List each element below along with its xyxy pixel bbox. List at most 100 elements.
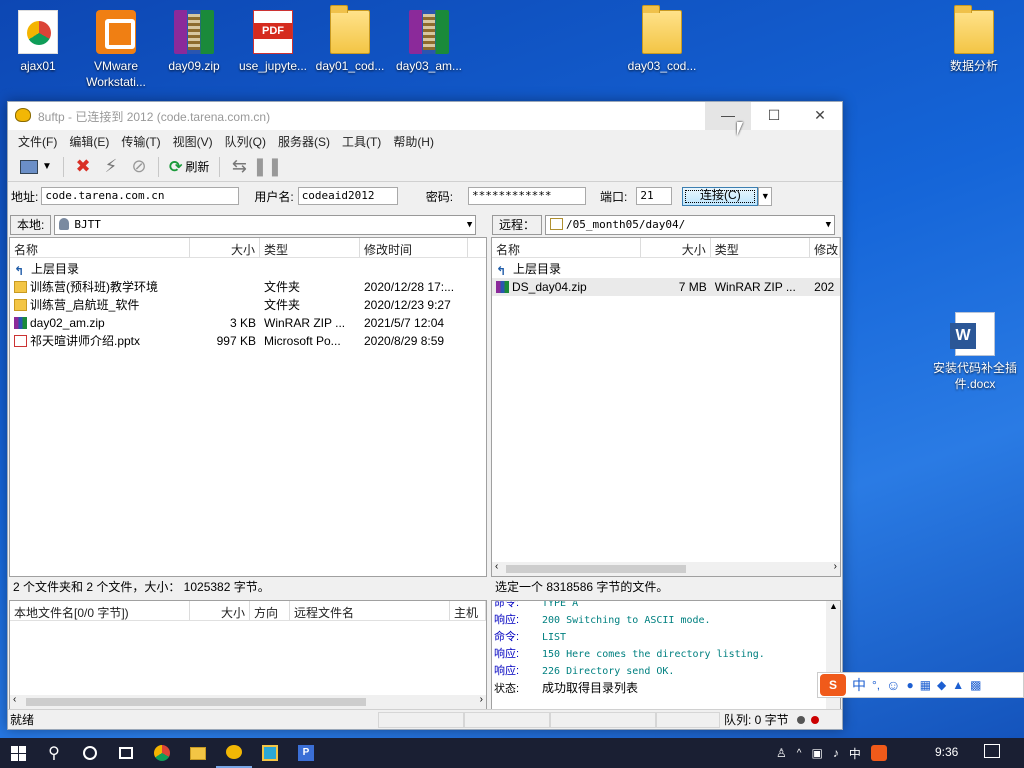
column-header-name[interactable]: 名称 xyxy=(10,238,190,257)
connect-button[interactable]: 连接(C) xyxy=(682,186,759,206)
address-field[interactable]: code.tarena.com.cn xyxy=(41,187,240,205)
taskbar-ime[interactable]: 中 xyxy=(849,745,861,762)
menu-server[interactable]: 服务器(S) xyxy=(272,130,336,152)
local-file-list[interactable]: 名称 大小 类型 修改时间 ↰ 上层目录 训练营(预科班)教学环境 文件夹 202… xyxy=(9,237,487,577)
chrome-icon xyxy=(154,745,170,761)
cortana-button[interactable] xyxy=(72,738,108,768)
port-field[interactable]: 21 xyxy=(636,187,673,205)
toolbox-icon[interactable]: ▩ xyxy=(970,678,981,692)
column-header-size[interactable]: 大小 xyxy=(190,238,260,257)
log-pane[interactable]: 命令: TYPE A 响应: 200 Switching to ASCII mode… xyxy=(491,600,841,710)
taskbar-app[interactable] xyxy=(252,738,288,768)
menu-edit[interactable]: 编辑(E) xyxy=(63,130,115,152)
lightning-icon: ⚡ xyxy=(104,156,118,176)
transfer-button[interactable]: ⇆ xyxy=(227,155,251,179)
desktop-icon-day09-zip[interactable]: day09.zip xyxy=(154,10,234,74)
clock[interactable]: 9:36 xyxy=(935,745,958,759)
desktop-icon-use-jupyter[interactable]: PDF use_jupyte... xyxy=(233,10,313,74)
connect-dropdown-button[interactable]: ▼ xyxy=(758,186,773,206)
remote-horizontal-scrollbar[interactable]: ‹ › xyxy=(492,561,840,576)
log-line: 状态: 成功取得目录列表 xyxy=(494,680,765,698)
desktop-icon-day01-code[interactable]: day01_cod... xyxy=(310,5,390,74)
username-field[interactable]: codeaid2012 xyxy=(297,187,398,205)
ime-language[interactable]: 中 xyxy=(852,675,866,695)
column-header-direction[interactable]: 方向 xyxy=(250,601,290,620)
sogou-tray-icon[interactable] xyxy=(870,745,887,761)
stop-button[interactable]: ⊘ xyxy=(127,155,151,179)
desktop-icon-ajax01[interactable]: ajax01 xyxy=(0,10,78,74)
menu-view[interactable]: 视图(V) xyxy=(167,130,219,152)
menu-help[interactable]: 帮助(H) xyxy=(387,130,440,152)
column-header-local-file[interactable]: 本地文件名[0/0 字节]) xyxy=(10,601,190,620)
queue-horizontal-scrollbar[interactable]: ‹ › xyxy=(10,694,486,709)
log-lines: 命令: TYPE A 响应: 200 Switching to ASCII mode… xyxy=(494,601,765,698)
scrollbar-thumb[interactable] xyxy=(506,565,686,573)
column-header-size[interactable]: 大小 xyxy=(190,601,250,620)
desktop-icon-data-analysis[interactable]: 数据分析 xyxy=(934,5,1014,74)
winrar-archive-icon xyxy=(14,317,27,329)
column-header-modified[interactable]: 修改 xyxy=(810,238,840,257)
list-item[interactable]: ↰ 上层目录 xyxy=(492,260,840,278)
menu-tools[interactable]: 工具(T) xyxy=(336,130,387,152)
list-item[interactable]: day02_am.zip 3 KB WinRAR ZIP ... 2021/5/… xyxy=(10,314,486,332)
keyboard-icon[interactable]: ▦ xyxy=(920,678,931,692)
log-key: 响应: xyxy=(494,648,520,660)
search-button[interactable]: ⚲ xyxy=(36,738,72,768)
list-item[interactable]: 训练营(预科班)教学环境 文件夹 2020/12/28 17:... xyxy=(10,278,486,296)
list-item-selected[interactable]: DS_day04.zip 7 MB WinRAR ZIP ... 202 xyxy=(492,278,840,296)
transfer-queue[interactable]: 本地文件名[0/0 字节]) 大小 方向 远程文件名 主机 ‹ › xyxy=(9,600,487,710)
desktop-icon-day03-am[interactable]: day03_am... xyxy=(389,10,469,74)
taskbar-pycharm[interactable]: P xyxy=(288,738,324,768)
list-item[interactable]: ↰ 上层目录 xyxy=(10,260,486,278)
file-date: 202 xyxy=(814,280,835,294)
microphone-icon[interactable]: ● xyxy=(906,678,913,692)
notification-icon[interactable] xyxy=(984,744,1000,758)
column-header-type[interactable]: 类型 xyxy=(260,238,360,257)
user-icon xyxy=(59,218,70,230)
skin-icon[interactable]: ◆ xyxy=(937,678,946,692)
volume-icon[interactable]: ♪ xyxy=(833,746,839,760)
taskbar-8uftp[interactable] xyxy=(216,738,252,768)
person-icon[interactable]: ♙ xyxy=(776,746,787,760)
menu-file[interactable]: 文件(F) xyxy=(12,130,63,152)
site-manager-button[interactable]: ▼ xyxy=(16,155,56,179)
scrollbar-thumb[interactable] xyxy=(26,698,366,706)
desktop-icon-day03-code[interactable]: day03_cod... xyxy=(622,5,702,74)
network-icon[interactable]: ▣ xyxy=(811,746,822,760)
column-header-size[interactable]: 大小 xyxy=(641,238,711,257)
local-path-combo[interactable]: BJTT ▼ xyxy=(54,215,477,235)
column-header-remote-file[interactable]: 远程文件名 xyxy=(290,601,450,620)
emoji-icon[interactable]: ☺ xyxy=(886,677,900,693)
close-button[interactable]: ✕ xyxy=(797,102,843,130)
start-button[interactable] xyxy=(0,738,36,768)
menu-queue[interactable]: 队列(Q) xyxy=(219,130,272,152)
menu-transfer[interactable]: 传输(T) xyxy=(115,130,166,152)
disconnect-button[interactable]: ✖ xyxy=(71,155,95,179)
desktop-icon-vmware[interactable]: VMware Workstati... xyxy=(76,10,156,90)
column-header-name[interactable]: 名称 xyxy=(492,238,642,257)
ime-toolbar[interactable]: S 中 °, ☺ ● ▦ ◆ ▲ ▩ xyxy=(817,672,1024,698)
minimize-button[interactable]: — xyxy=(705,102,751,130)
column-header-host[interactable]: 主机 xyxy=(450,601,486,620)
chevron-up-icon[interactable]: ^ xyxy=(797,748,802,759)
taskbar-chrome[interactable] xyxy=(144,738,180,768)
list-item[interactable]: 训练营_启航班_软件 文件夹 2020/12/23 9:27 xyxy=(10,296,486,314)
desktop-icon-install-docx[interactable]: W 安装代码补全插件.docx xyxy=(932,312,1018,392)
remote-file-list[interactable]: 名称 大小 类型 修改 ↰ 上层目录 DS_day04.zip 7 MB WinR… xyxy=(491,237,841,577)
title-bar[interactable]: 8uftp - 已连接到 2012 (code.tarena.com.cn) —… xyxy=(8,102,842,130)
pause-button[interactable]: ❚❚ xyxy=(252,155,282,179)
column-header-type[interactable]: 类型 xyxy=(711,238,811,257)
remote-path-combo[interactable]: /05_month05/day04/ ▼ xyxy=(545,215,836,235)
ime-punctuation[interactable]: °, xyxy=(872,678,880,692)
taskbar-file-explorer[interactable] xyxy=(180,738,216,768)
password-field[interactable]: ************ xyxy=(468,187,587,205)
reconnect-button[interactable]: ⚡ xyxy=(99,155,123,179)
task-view-button[interactable] xyxy=(108,738,144,768)
list-item[interactable]: 祁天暄讲师介绍.pptx 997 KB Microsoft Po... 2020… xyxy=(10,332,486,350)
file-name: 上层目录 xyxy=(513,262,562,276)
column-header-modified[interactable]: 修改时间 xyxy=(360,238,468,257)
connection-indicator-icon xyxy=(796,715,805,724)
refresh-button[interactable]: ⟳ 刷新 xyxy=(166,157,212,177)
maximize-button[interactable]: ☐ xyxy=(751,102,797,130)
shirt-icon[interactable]: ▲ xyxy=(952,678,964,692)
